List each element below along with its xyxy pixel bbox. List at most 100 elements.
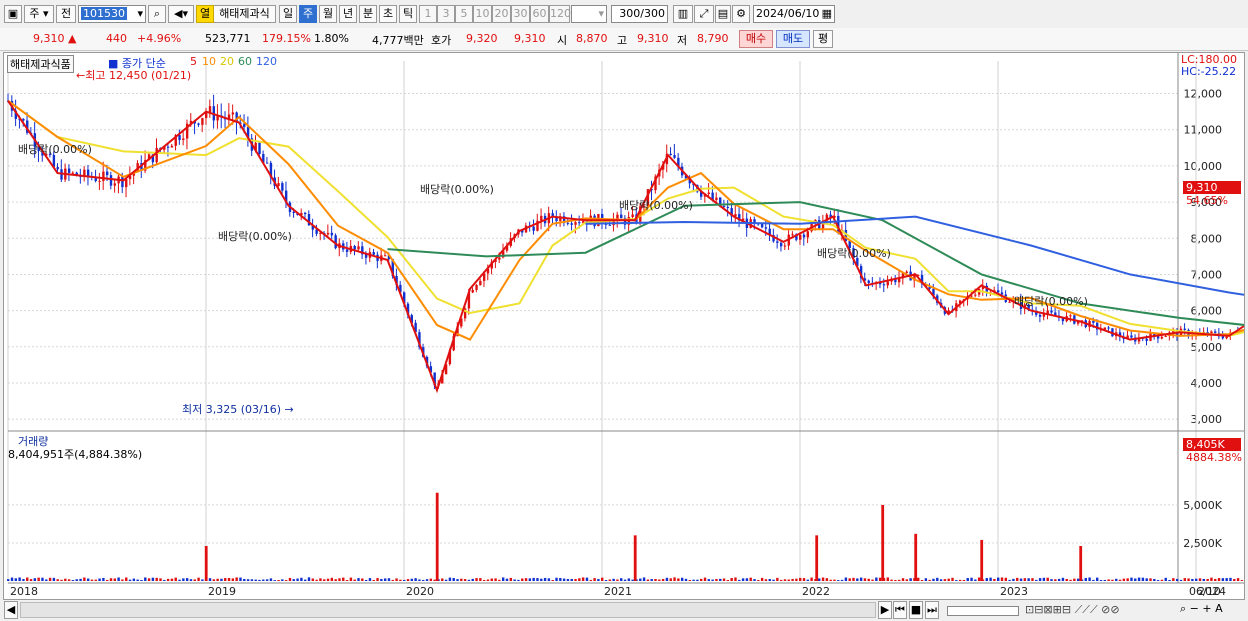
volume-bar (376, 578, 379, 581)
period-tab[interactable]: 분 (359, 5, 377, 23)
flat-button[interactable]: 평 (813, 30, 833, 48)
volume-bar (802, 578, 806, 581)
last-pct-label: 54.65% (1186, 194, 1228, 207)
volume-value: 523,771 (205, 32, 251, 45)
volume-bar (581, 577, 585, 581)
volume-bar (471, 578, 474, 581)
sell-button[interactable]: 매도 (776, 30, 810, 48)
volume-bar (490, 578, 493, 581)
volume-bar (810, 577, 813, 581)
volume-bar (890, 579, 893, 581)
volume-bar (1088, 577, 1091, 581)
interval-button[interactable]: 10 (473, 5, 492, 23)
stop-icon[interactable]: ■ (909, 601, 923, 619)
period-tab[interactable]: 년 (339, 5, 357, 23)
speaker-icon[interactable]: ◀▾ (168, 5, 194, 23)
interval-button[interactable]: 1 (419, 5, 437, 23)
interval-button[interactable]: 5 (455, 5, 473, 23)
candle-type-icon[interactable]: ▥ (673, 5, 693, 23)
candle-body (555, 217, 558, 222)
forward-icon[interactable]: ⏭ (925, 601, 939, 619)
volume-bar (1092, 579, 1095, 581)
volume-bar (852, 577, 855, 581)
candle-body (779, 242, 783, 247)
volume-bar (90, 579, 94, 581)
scroll-left-icon[interactable]: ◀ (4, 601, 18, 619)
volume-axis-label: 2,500K (1183, 537, 1222, 550)
volume-bar (1115, 578, 1118, 581)
legend-ma120[interactable]: 120 (256, 55, 277, 68)
volume-bar (338, 578, 341, 581)
volume-bar (208, 578, 212, 581)
low-annotation-text: 최저 3,325 (03/16) (182, 403, 282, 416)
prev-button[interactable]: 전 (56, 5, 76, 23)
volume-bar (795, 578, 798, 581)
period-tab[interactable]: 일 (279, 5, 297, 23)
interval-button[interactable]: 60 (530, 5, 549, 23)
volume-bar (109, 578, 113, 581)
volume-bar (1175, 578, 1179, 581)
buy-button[interactable]: 매수 (739, 30, 773, 48)
zoom-tools-icon[interactable]: ⌕ − + A (1180, 602, 1223, 616)
count-input[interactable]: 300/300 (611, 5, 668, 23)
rewind-icon[interactable]: ⏮ (893, 601, 907, 619)
candle-body (475, 284, 478, 290)
volume-bar (147, 578, 151, 581)
volume-spike-bar (815, 535, 819, 581)
low-label: 저 (677, 34, 688, 47)
volume-bar (505, 578, 509, 581)
candle-body (178, 135, 181, 141)
volume-bar (1229, 577, 1232, 581)
draw-tool-icon[interactable]: ⤢ (694, 5, 714, 23)
volume-bar (650, 579, 653, 581)
volume-bar (878, 577, 882, 581)
volume-bar (722, 578, 726, 581)
volume-bar (1233, 579, 1236, 581)
volume-bar (692, 579, 695, 581)
volume-bar (540, 578, 543, 581)
volume-bar (368, 578, 372, 581)
volume-bar (1240, 580, 1244, 581)
volume-spike-bar (914, 533, 918, 581)
volume-bar (372, 579, 375, 581)
period-tab[interactable]: 초 (379, 5, 397, 23)
stock-code-input[interactable]: 101530 ▾ (78, 5, 146, 23)
candle-body (1050, 310, 1053, 313)
gear-icon[interactable]: ⚙ (732, 5, 750, 23)
date-axis-label: 2018 (10, 585, 38, 598)
drawing-tools-icon[interactable]: ⊡⊟⊠⊞⊟ ⟋⟋⟋ ⊘⊘ (1025, 603, 1120, 617)
period-tab[interactable]: 틱 (399, 5, 417, 23)
custom-interval-select[interactable]: ▾ (571, 5, 607, 23)
chart-area[interactable]: 3,000 4,000 5,000 6,000 7,000 8,000 9,000 10,00… (3, 52, 1245, 600)
candle-body (707, 192, 711, 195)
interval-button[interactable]: 3 (437, 5, 455, 23)
window-menu-icon[interactable]: ▣ (4, 5, 22, 23)
volume-bar (673, 577, 676, 581)
zoom-slider[interactable] (947, 606, 1019, 616)
period-tab[interactable]: 월 (319, 5, 337, 23)
date-input[interactable]: 2024/06/10 ▦ (753, 5, 835, 23)
volume-bar (1027, 578, 1030, 581)
chart-title[interactable]: 해태제과식품 (7, 55, 74, 73)
interval-button[interactable]: 20 (492, 5, 511, 23)
legend-ma20[interactable]: 20 (220, 55, 234, 68)
legend-ma10[interactable]: 10 (202, 55, 216, 68)
mode-select[interactable]: 주 ▾ (24, 5, 54, 23)
volume-bar (943, 579, 947, 581)
calendar-icon[interactable]: ▦ (822, 6, 832, 22)
scroll-right-icon[interactable]: ▶ (878, 601, 892, 619)
interval-button[interactable]: 120 (549, 5, 571, 23)
candle-body (201, 118, 204, 125)
volume-bar (144, 577, 147, 581)
legend-ma60[interactable]: 60 (238, 55, 252, 68)
interval-button[interactable]: 30 (511, 5, 530, 23)
horizontal-scrollbar[interactable] (20, 602, 876, 618)
volume-bar (364, 580, 368, 581)
volume-spike-bar (1079, 546, 1083, 581)
volume-bar (1206, 578, 1209, 581)
period-tab-selected[interactable]: 주 (299, 5, 317, 23)
volume-bar (224, 578, 227, 581)
save-icon[interactable]: ▤ (715, 5, 731, 23)
search-icon[interactable]: ⌕ (148, 5, 166, 23)
open-button[interactable]: 열 (196, 5, 214, 23)
